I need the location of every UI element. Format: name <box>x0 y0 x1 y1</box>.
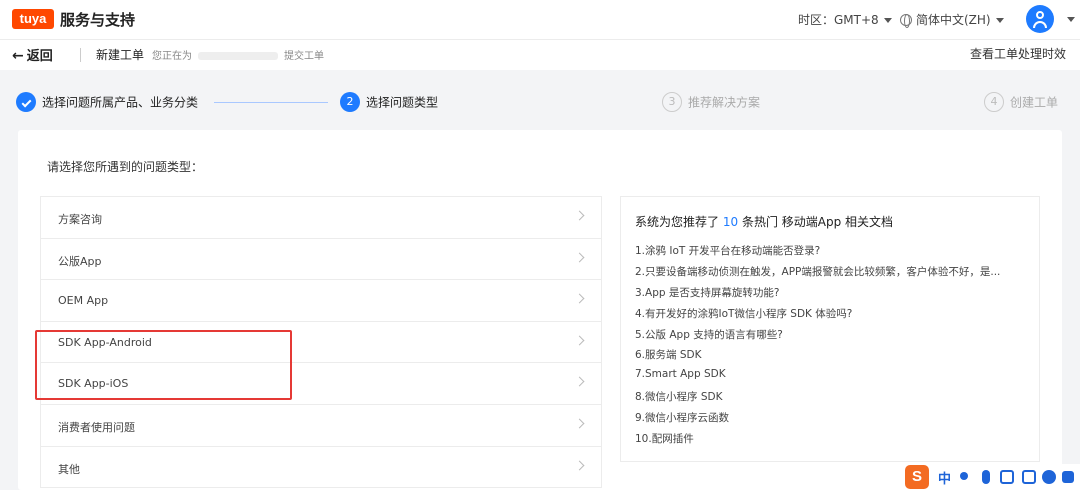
recommended-docs-panel: 系统为您推荐了 10 条热门 移动端App 相关文档 1.涂鸦 IoT 开发平台… <box>620 196 1040 462</box>
submitting-suffix: 提交工单 <box>284 51 324 62</box>
arrow-left-icon: ← <box>12 48 24 64</box>
main-card: 请选择您所遇到的问题类型： 方案咨询 公版App OEM App SDK App… <box>18 130 1062 490</box>
doc-link[interactable]: 6.服务端 SDK <box>635 347 1031 368</box>
chevron-right-icon <box>574 293 585 304</box>
back-label: 返回 <box>26 49 53 64</box>
step-connector <box>214 102 328 103</box>
chevron-right-icon <box>574 418 585 429</box>
doc-link[interactable]: 2.只要设备端移动侦测在触发，APP端报警就会比较频繁，客户体验不好，是... <box>635 264 1031 285</box>
step-number: 4 <box>984 92 1004 112</box>
chevron-right-icon <box>574 210 585 221</box>
progress-steps: 选择问题所属产品、业务分类 2 选择问题类型 3 推荐解决方案 4 创建工单 <box>0 82 1080 122</box>
user-icon <box>1036 11 1044 19</box>
check-icon <box>16 92 36 112</box>
chevron-down-icon <box>995 18 1004 23</box>
step-3: 3 推荐解决方案 <box>662 92 760 112</box>
back-button[interactable]: ← 返回 <box>12 45 53 64</box>
emoji-icon[interactable] <box>1042 470 1056 484</box>
question-prompt: 请选择您所遇到的问题类型： <box>47 160 204 174</box>
doc-link[interactable]: 4.有开发好的涂鸦IoT微信小程序 SDK 体验吗? <box>635 306 1031 327</box>
submitting-for-text: 您正在为 提交工单 <box>152 47 324 62</box>
step-label: 创建工单 <box>1010 95 1059 110</box>
step-label: 选择问题类型 <box>366 95 439 110</box>
timezone-label: 时区：GMT+8 <box>798 13 879 27</box>
step-label: 选择问题所属产品、业务分类 <box>42 95 199 110</box>
chevron-down-icon <box>883 18 892 23</box>
new-ticket-title: 新建工单 <box>96 48 145 62</box>
punctuation-icon[interactable] <box>960 472 968 480</box>
doc-link[interactable]: 1.涂鸦 IoT 开发平台在移动端能否登录? <box>635 243 1031 264</box>
doc-link[interactable]: 7.Smart App SDK <box>635 368 1031 389</box>
ime-toolbar: S 中 <box>902 464 1080 490</box>
recommend-count: 10 <box>722 215 739 229</box>
recommend-title: 系统为您推荐了 10 条热门 移动端App 相关文档 <box>635 213 893 230</box>
step-label: 推荐解决方案 <box>688 95 761 110</box>
step-4: 4 创建工单 <box>984 92 1058 112</box>
chevron-right-icon <box>574 252 585 263</box>
list-item[interactable]: 公版App <box>41 239 601 281</box>
page-title: 服务与支持 <box>60 11 136 29</box>
avatar[interactable] <box>1026 5 1054 33</box>
skin-icon[interactable] <box>1022 470 1036 484</box>
list-item[interactable]: OEM App <box>41 280 601 322</box>
doc-link[interactable]: 8.微信小程序 SDK <box>635 389 1031 410</box>
list-item-label: 消费者使用问题 <box>58 420 135 434</box>
recommend-list: 1.涂鸦 IoT 开发平台在移动端能否登录? 2.只要设备端移动侦测在触发，AP… <box>635 243 1031 452</box>
top-bar: tuya 服务与支持 时区：GMT+8 简体中文(ZH) <box>0 0 1080 40</box>
ime-mode-toggle[interactable]: 中 <box>938 468 951 487</box>
keyboard-icon[interactable] <box>1000 470 1014 484</box>
sogou-ime-logo[interactable]: S <box>905 465 929 489</box>
list-item-label: 公版App <box>58 254 102 268</box>
step-number: 3 <box>662 92 682 112</box>
doc-link[interactable]: 10.配网插件 <box>635 431 1031 452</box>
chevron-right-icon <box>574 460 585 471</box>
globe-icon <box>900 14 912 28</box>
avatar-chevron-down-icon[interactable] <box>1067 17 1075 22</box>
language-selector[interactable]: 简体中文(ZH) <box>900 11 1004 28</box>
recommend-title-prefix: 系统为您推荐了 <box>635 215 720 229</box>
divider <box>80 48 81 62</box>
sub-header: ← 返回 新建工单 您正在为 提交工单 查看工单处理时效 <box>0 40 1080 70</box>
list-item[interactable]: 其他 <box>41 447 601 489</box>
step-2: 2 选择问题类型 <box>340 92 438 112</box>
doc-link[interactable]: 5.公版 App 支持的语言有哪些? <box>635 327 1031 348</box>
step-1: 选择问题所属产品、业务分类 <box>16 92 198 112</box>
submitting-prefix: 您正在为 <box>152 51 192 62</box>
timezone-selector[interactable]: 时区：GMT+8 <box>798 11 892 28</box>
list-item-label: OEM App <box>58 294 109 308</box>
user-icon-body <box>1033 21 1047 28</box>
chevron-right-icon <box>574 376 585 387</box>
doc-link[interactable]: 3.App 是否支持屏幕旋转功能? <box>635 285 1031 306</box>
list-item-label: 其他 <box>58 462 80 476</box>
tuya-logo[interactable]: tuya <box>12 9 54 29</box>
language-label: 简体中文(ZH) <box>916 13 991 27</box>
microphone-icon[interactable] <box>982 470 990 484</box>
redacted-name <box>198 52 278 60</box>
list-item-label: 方案咨询 <box>58 213 102 226</box>
grid-icon[interactable] <box>1062 471 1074 483</box>
list-item[interactable]: 消费者使用问题 <box>41 405 601 447</box>
list-item[interactable]: 方案咨询 <box>41 197 601 239</box>
view-timeliness-link[interactable]: 查看工单处理时效 <box>970 45 1066 62</box>
recommend-title-suffix: 条热门 移动端App 相关文档 <box>741 215 894 229</box>
red-highlight-box <box>35 330 292 400</box>
doc-link[interactable]: 9.微信小程序云函数 <box>635 410 1031 431</box>
step-number: 2 <box>340 92 360 112</box>
chevron-right-icon <box>574 335 585 346</box>
